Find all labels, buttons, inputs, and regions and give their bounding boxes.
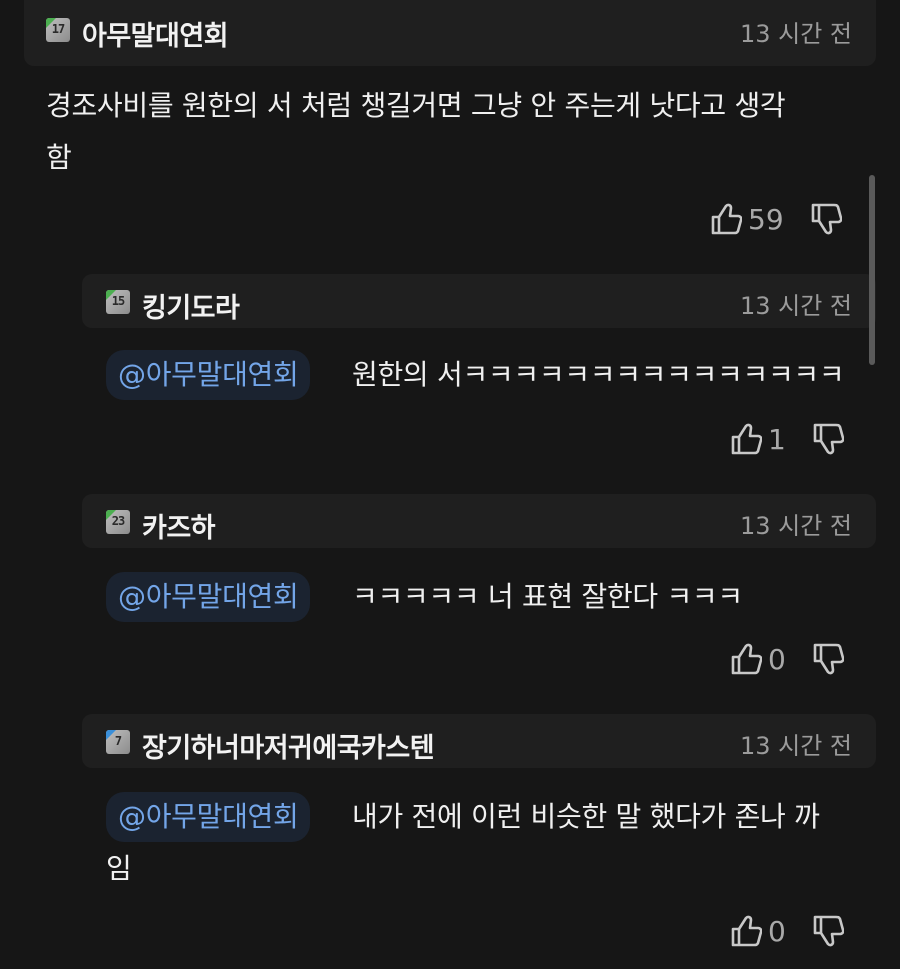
- level-badge-icon: 7: [106, 730, 130, 754]
- comment-text: ㅋㅋㅋㅋㅋ 너 표현 잘한다 ㅋㅋㅋ: [352, 580, 743, 613]
- comment-text: 내가 전에 이런 비슷한 말 했다가 존나 까: [352, 800, 820, 833]
- vote-row: 0: [730, 636, 844, 682]
- username[interactable]: 장기하너마저귀에국카스텐: [142, 726, 435, 765]
- level-badge-icon: 15: [106, 290, 130, 314]
- username[interactable]: 킹기도라: [142, 286, 240, 325]
- vote-row: 59: [710, 196, 842, 242]
- username[interactable]: 카즈하: [142, 506, 216, 545]
- username[interactable]: 아무말대연회: [82, 14, 229, 53]
- level-badge-icon: 23: [106, 510, 130, 534]
- level-badge-icon: 17: [46, 18, 70, 42]
- timestamp: 13 시간 전: [739, 292, 852, 320]
- comment-header: 17 아무말대연회 13 시간 전: [24, 0, 876, 66]
- comment-text-continued: 임: [106, 852, 132, 885]
- like-count: 0: [768, 914, 786, 948]
- vote-row: 0: [730, 908, 844, 954]
- thumbs-down-icon[interactable]: [812, 914, 844, 948]
- scrollbar[interactable]: [869, 175, 875, 365]
- reply-header: 15 킹기도라 13 시간 전: [82, 274, 876, 328]
- timestamp: 13 시간 전: [739, 20, 852, 48]
- thumbs-up-icon[interactable]: [730, 914, 762, 948]
- mention-tag[interactable]: @아무말대연회: [106, 792, 311, 842]
- reply-header: 23 카즈하 13 시간 전: [82, 494, 876, 548]
- timestamp: 13 시간 전: [739, 732, 852, 760]
- thumbs-down-icon[interactable]: [812, 422, 844, 456]
- thumbs-up-icon[interactable]: [730, 422, 762, 456]
- thumbs-up-icon[interactable]: [730, 642, 762, 676]
- like-count: 0: [768, 642, 786, 676]
- mention-tag[interactable]: @아무말대연회: [106, 350, 311, 400]
- mention-tag[interactable]: @아무말대연회: [106, 572, 311, 622]
- thumbs-down-icon[interactable]: [812, 642, 844, 676]
- timestamp: 13 시간 전: [739, 512, 852, 540]
- reply-header: 7 장기하너마저귀에국카스텐 13 시간 전: [82, 714, 876, 768]
- thumbs-down-icon[interactable]: [810, 202, 842, 236]
- comment-text: 경조사비를 원한의 서 처럼 챙길거면 그냥 안 주는게 낫다고 생각 함: [46, 89, 786, 174]
- vote-row: 1: [730, 416, 844, 462]
- like-count: 1: [768, 422, 786, 456]
- thumbs-up-icon[interactable]: [710, 202, 742, 236]
- comment-text: 원한의 서ㅋㅋㅋㅋㅋㅋㅋㅋㅋㅋㅋㅋㅋㅋㅋ: [352, 358, 845, 391]
- like-count: 59: [748, 202, 784, 236]
